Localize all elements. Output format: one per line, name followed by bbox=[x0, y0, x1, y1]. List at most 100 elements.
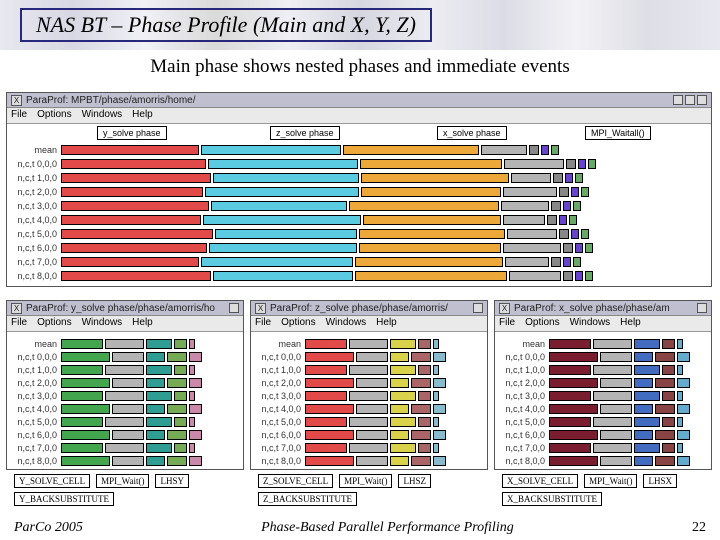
profile-row: n,c,t 1,0,0 bbox=[251, 364, 485, 376]
bar-segment bbox=[305, 404, 354, 414]
bar-track bbox=[305, 352, 485, 362]
minimize-button[interactable] bbox=[673, 95, 683, 105]
bar-segment bbox=[575, 271, 583, 281]
close-button[interactable] bbox=[697, 303, 707, 313]
row-label: n,c,t 3,0,0 bbox=[251, 391, 305, 401]
bar-segment bbox=[356, 456, 388, 466]
bar-track bbox=[549, 404, 709, 414]
close-button[interactable] bbox=[229, 303, 239, 313]
menu-bar: File Options Windows Help bbox=[7, 108, 711, 124]
bar-track bbox=[305, 417, 485, 427]
menu-file[interactable]: File bbox=[255, 317, 271, 330]
bar-segment bbox=[174, 365, 187, 375]
bar-segment bbox=[551, 145, 559, 155]
menu-options[interactable]: Options bbox=[37, 109, 71, 122]
profile-row: n,c,t 4,0,0 bbox=[7, 403, 241, 415]
bar-segment bbox=[433, 378, 446, 388]
menu-windows[interactable]: Windows bbox=[82, 317, 123, 330]
profile-row: n,c,t 6,0,0 bbox=[7, 242, 709, 254]
bar-segment bbox=[390, 417, 416, 427]
bar-segment bbox=[349, 417, 388, 427]
profile-row: n,c,t 7,0,0 bbox=[251, 442, 485, 454]
bar-segment bbox=[174, 443, 187, 453]
window-titlebar[interactable]: X ParaProf: MPBT/phase/amorris/home/ bbox=[7, 93, 711, 108]
window-titlebar[interactable]: X ParaProf: x_solve phase/phase/am bbox=[495, 301, 711, 316]
profile-row: n,c,t 2,0,0 bbox=[251, 377, 485, 389]
bar-segment bbox=[61, 430, 110, 440]
bar-segment bbox=[215, 229, 357, 239]
bar-segment bbox=[61, 404, 110, 414]
bar-segment bbox=[390, 404, 409, 414]
bar-segment bbox=[575, 173, 583, 183]
menu-help[interactable]: Help bbox=[620, 317, 641, 330]
close-button[interactable] bbox=[697, 95, 707, 105]
bar-segment bbox=[600, 352, 632, 362]
bar-segment bbox=[61, 352, 110, 362]
bar-segment bbox=[363, 215, 501, 225]
row-label: n,c,t 0,0,0 bbox=[495, 352, 549, 362]
menu-help[interactable]: Help bbox=[132, 317, 153, 330]
bar-segment bbox=[677, 404, 690, 414]
bar-segment bbox=[61, 145, 199, 155]
bar-segment bbox=[662, 339, 675, 349]
bar-segment bbox=[588, 159, 596, 169]
profile-row: n,c,t 6,0,0 bbox=[495, 429, 709, 441]
bar-track bbox=[61, 391, 241, 401]
menu-file[interactable]: File bbox=[11, 109, 27, 122]
bar-segment bbox=[167, 352, 187, 362]
window-titlebar[interactable]: X ParaProf: y_solve phase/phase/amorris/… bbox=[7, 301, 243, 316]
bar-segment bbox=[189, 365, 195, 375]
menu-windows[interactable]: Windows bbox=[326, 317, 367, 330]
bar-segment bbox=[167, 456, 187, 466]
bar-segment bbox=[585, 243, 593, 253]
bar-segment bbox=[575, 243, 583, 253]
menu-help[interactable]: Help bbox=[376, 317, 397, 330]
y-legend-2: Y_BACKSUBSTITUTE bbox=[14, 492, 114, 506]
menu-options[interactable]: Options bbox=[281, 317, 315, 330]
profile-row: n,c,t 1,0,0 bbox=[495, 364, 709, 376]
menu-file[interactable]: File bbox=[11, 317, 27, 330]
legend-item: Y_BACKSUBSTITUTE bbox=[14, 492, 114, 506]
bar-segment bbox=[418, 391, 431, 401]
bar-segment bbox=[503, 187, 557, 197]
bar-segment bbox=[600, 378, 632, 388]
close-button[interactable] bbox=[473, 303, 483, 313]
bar-segment bbox=[559, 215, 567, 225]
bar-segment bbox=[360, 159, 502, 169]
bar-segment bbox=[541, 145, 549, 155]
menu-help[interactable]: Help bbox=[132, 109, 153, 122]
bar-segment bbox=[355, 271, 507, 281]
bar-track bbox=[549, 339, 709, 349]
row-label: n,c,t 7,0,0 bbox=[7, 443, 61, 453]
bar-segment bbox=[112, 456, 144, 466]
menu-file[interactable]: File bbox=[499, 317, 515, 330]
bar-segment bbox=[585, 271, 593, 281]
window-titlebar[interactable]: X ParaProf: z_solve phase/phase/amorris/ bbox=[251, 301, 487, 316]
bar-segment bbox=[549, 456, 598, 466]
bar-segment bbox=[563, 257, 571, 267]
menu-windows[interactable]: Windows bbox=[82, 109, 123, 122]
bar-segment bbox=[146, 339, 172, 349]
bar-segment bbox=[146, 391, 172, 401]
profile-row: mean bbox=[7, 338, 241, 350]
bar-segment bbox=[677, 443, 683, 453]
bar-segment bbox=[411, 378, 431, 388]
legend-item: Z_BACKSUBSTITUTE bbox=[258, 492, 357, 506]
bar-segment bbox=[305, 443, 347, 453]
bar-segment bbox=[600, 456, 632, 466]
maximize-button[interactable] bbox=[685, 95, 695, 105]
bar-track bbox=[305, 443, 485, 453]
profile-row: n,c,t 4,0,0 bbox=[7, 214, 709, 226]
menu-options[interactable]: Options bbox=[525, 317, 559, 330]
menu-options[interactable]: Options bbox=[37, 317, 71, 330]
row-label: n,c,t 8,0,0 bbox=[7, 271, 61, 281]
profile-row: n,c,t 7,0,0 bbox=[7, 442, 241, 454]
bar-segment bbox=[418, 443, 431, 453]
bar-segment bbox=[146, 378, 165, 388]
bar-segment bbox=[349, 201, 499, 211]
bar-segment bbox=[203, 215, 361, 225]
profile-row: n,c,t 2,0,0 bbox=[7, 186, 709, 198]
profile-row: n,c,t 5,0,0 bbox=[7, 416, 241, 428]
profile-row: n,c,t 4,0,0 bbox=[251, 403, 485, 415]
menu-windows[interactable]: Windows bbox=[570, 317, 611, 330]
